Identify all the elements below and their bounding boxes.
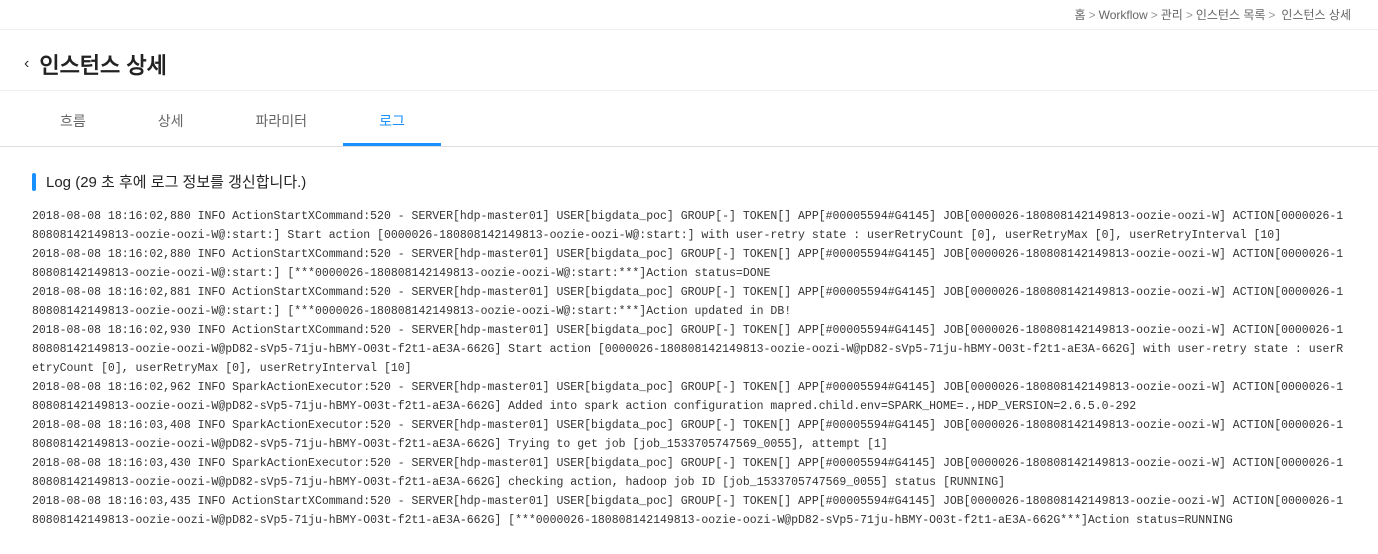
breadcrumb-manage[interactable]: 관리: [1161, 6, 1183, 23]
breadcrumb-sep4: >: [1268, 8, 1275, 22]
log-header: Log (29 초 후에 로그 정보를 갱신합니다.): [32, 171, 1346, 192]
log-bar-icon: [32, 173, 36, 191]
breadcrumb-sep1: >: [1089, 8, 1096, 22]
breadcrumb: 홈 > Workflow > 관리 > 인스턴스 목록 > 인스턴스 상세: [0, 0, 1378, 30]
breadcrumb-sep2: >: [1151, 8, 1158, 22]
breadcrumb-workflow[interactable]: Workflow: [1099, 8, 1148, 22]
breadcrumb-sep3: >: [1186, 8, 1193, 22]
page-title: 인스턴스 상세: [39, 48, 167, 80]
breadcrumb-home[interactable]: 홈: [1075, 6, 1086, 23]
tab-detail[interactable]: 상세: [122, 99, 220, 146]
tab-params[interactable]: 파라미터: [220, 99, 344, 146]
page-header: ‹ 인스턴스 상세: [0, 30, 1378, 91]
tab-log[interactable]: 로그: [343, 99, 441, 146]
tab-flow[interactable]: 흐름: [24, 99, 122, 146]
content-area: Log (29 초 후에 로그 정보를 갱신합니다.) 2018-08-08 1…: [0, 147, 1378, 554]
back-icon[interactable]: ‹: [24, 55, 29, 73]
log-title: Log (29 초 후에 로그 정보를 갱신합니다.): [46, 171, 306, 192]
breadcrumb-instance-list[interactable]: 인스턴스 목록: [1196, 6, 1266, 23]
tab-bar: 흐름 상세 파라미터 로그: [0, 99, 1378, 147]
breadcrumb-current: 인스턴스 상세: [1281, 6, 1351, 23]
log-body: 2018-08-08 18:16:02,880 INFO ActionStart…: [32, 208, 1346, 530]
